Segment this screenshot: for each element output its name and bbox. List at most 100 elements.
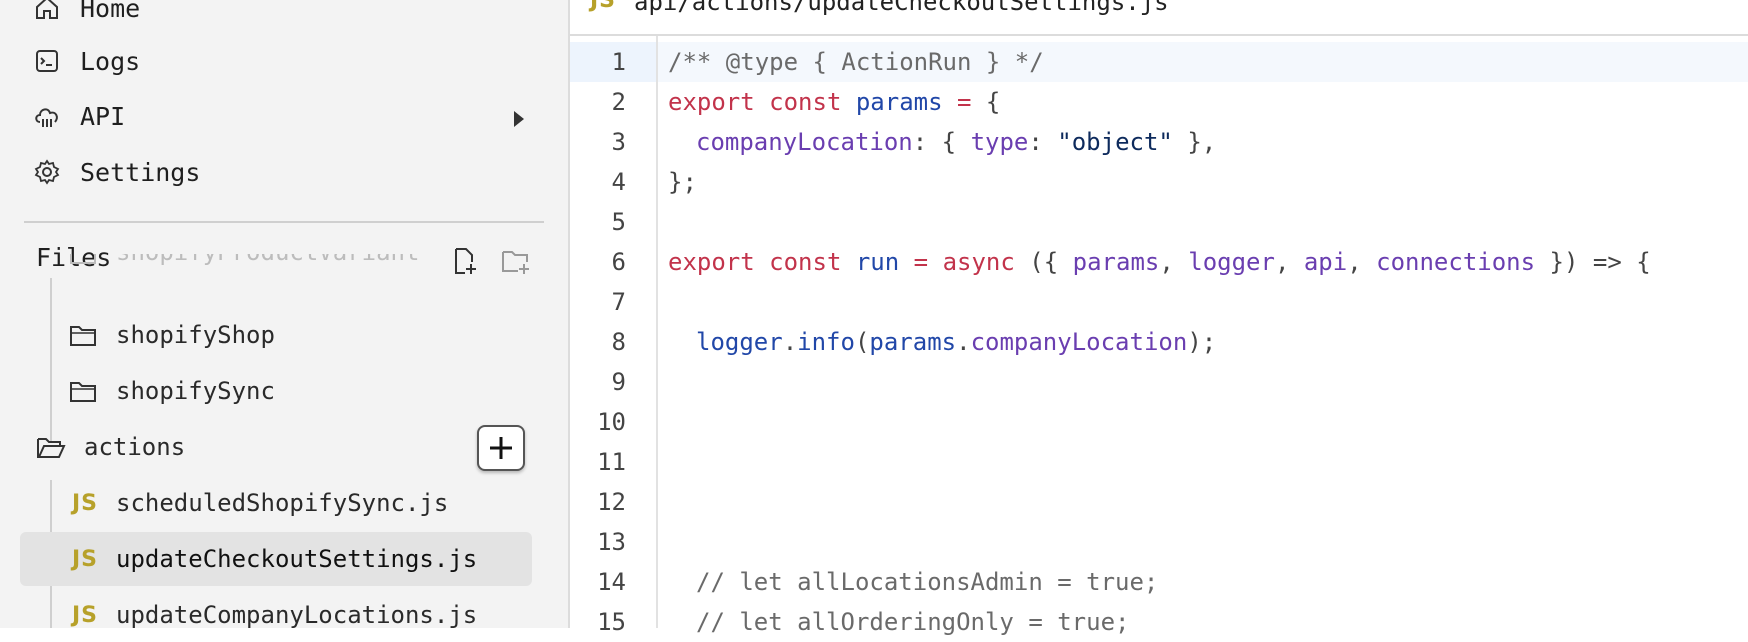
line-number: 1: [570, 42, 656, 82]
line-number: 7: [611, 288, 626, 316]
tree-item-file[interactable]: JS updateCompanyLocations.js: [20, 588, 532, 628]
code-line-9[interactable]: [658, 362, 1748, 402]
tree-item-folder[interactable]: shopifyProductVariant: [20, 254, 532, 282]
code-comment: // let allLocationsAdmin = true;: [696, 568, 1159, 596]
code-punctuation: {: [985, 88, 1001, 116]
line-number: 10: [597, 408, 626, 436]
js-file-icon: JS: [71, 546, 99, 572]
code-line-11[interactable]: [658, 442, 1748, 482]
gear-icon: [32, 157, 62, 187]
line-number: 4: [611, 168, 626, 196]
folder-icon: [68, 254, 98, 266]
code-line-5[interactable]: [658, 202, 1748, 242]
code-line-3[interactable]: companyLocation: { type: "object" },: [658, 122, 1748, 162]
code-punctuation: :: [1028, 128, 1043, 156]
tree-item-file[interactable]: JS scheduledShopifySync.js: [20, 476, 532, 530]
code-line-7[interactable]: [658, 282, 1748, 322]
code-punctuation: .: [956, 328, 971, 356]
code-line-6[interactable]: export const run = async ({ params, logg…: [658, 242, 1748, 282]
js-file-icon: JS: [71, 602, 99, 628]
expand-arrow-icon[interactable]: [512, 106, 528, 127]
code-punctuation: .: [782, 328, 798, 356]
tree-item-label: actions: [84, 433, 186, 461]
code-function: info: [797, 328, 855, 356]
plus-icon: [490, 437, 512, 459]
nav-item-label: Settings: [80, 157, 201, 187]
tree-item-folder[interactable]: shopifySync: [20, 364, 532, 418]
tree-item-folder-actions[interactable]: actions: [20, 420, 532, 474]
tree-item-folder[interactable]: shopifyShop: [20, 308, 532, 362]
line-number: 12: [597, 488, 626, 516]
editor-file-path[interactable]: api/actions/updateCheckoutSettings.js: [634, 0, 1169, 16]
nav-item-api[interactable]: API: [0, 90, 568, 142]
code-line-4[interactable]: };: [658, 162, 1748, 202]
code-punctuation: ,: [1347, 248, 1362, 276]
code-keyword: const: [769, 88, 842, 116]
nav-item-label: Logs: [80, 46, 141, 76]
code-identifier: params: [855, 88, 943, 116]
tree-item-label: shopifyShop: [116, 321, 275, 349]
code-identifier: params: [869, 328, 957, 356]
code-punctuation: );: [1187, 328, 1217, 356]
code-line-12[interactable]: [658, 482, 1748, 522]
tree-item-label: updateCheckoutSettings.js: [116, 545, 478, 573]
tree-item-label: shopifyProductVariant: [116, 254, 419, 266]
code-parameter: connections: [1376, 248, 1536, 276]
js-file-icon: JS: [590, 0, 617, 13]
tree-item-label: shopifySync: [116, 377, 275, 405]
nav-item-label: Home: [80, 0, 141, 23]
tree-item-label: updateCompanyLocations.js: [116, 601, 478, 628]
code-keyword: export: [668, 248, 755, 276]
code-punctuation: (: [854, 328, 870, 356]
code-operator: =: [957, 88, 972, 116]
nav-item-logs[interactable]: Logs: [0, 35, 568, 87]
add-file-button[interactable]: [477, 425, 525, 471]
folder-icon: [68, 322, 98, 348]
nav-item-home[interactable]: Home: [0, 0, 568, 34]
code-line-14[interactable]: // let allLocationsAdmin = true;: [658, 562, 1748, 602]
js-file-icon: JS: [71, 490, 99, 516]
code-keyword: async: [942, 248, 1015, 276]
code-keyword: export: [668, 88, 755, 116]
code-editor[interactable]: /** @type { ActionRun } */ export const …: [658, 36, 1748, 636]
line-number: 15: [597, 608, 626, 636]
sidebar: Home Logs API Settings Files shopifyShop…: [0, 0, 570, 628]
line-number: 5: [611, 208, 626, 236]
line-number: 13: [597, 528, 626, 556]
editor-tab-bar: JS api/actions/updateCheckoutSettings.js: [570, 0, 1748, 36]
code-punctuation: }) => {: [1549, 248, 1651, 276]
line-number: 2: [611, 88, 626, 116]
code-punctuation: ,: [1274, 248, 1290, 276]
code-parameter: logger: [1188, 248, 1275, 276]
code-punctuation: ({: [1029, 248, 1059, 276]
nav-item-label: API: [80, 101, 126, 131]
code-keyword: const: [769, 248, 842, 276]
code-line-2[interactable]: export const params = {: [658, 82, 1748, 122]
code-line-8[interactable]: logger.info(params.companyLocation);: [658, 322, 1748, 362]
line-number-gutter: 1 2 3 4 5 6 7 8 9 10 11 12 13 14 15: [570, 36, 658, 636]
code-comment: // let allOrderingOnly = true;: [696, 608, 1130, 636]
cloud-icon: [32, 101, 62, 131]
tree-item-label: scheduledShopifySync.js: [116, 489, 449, 517]
code-property: type: [970, 128, 1029, 156]
code-line-15[interactable]: // let allOrderingOnly = true;: [658, 602, 1748, 642]
code-punctuation: };: [668, 168, 697, 196]
code-property: companyLocation: [970, 328, 1188, 356]
line-number: 6: [611, 248, 626, 276]
line-number: 8: [611, 328, 626, 356]
code-comment: /** @type { ActionRun } */: [668, 48, 1044, 76]
code-string: "object": [1057, 128, 1173, 156]
code-punctuation: },: [1187, 128, 1217, 156]
code-parameter: api: [1303, 248, 1348, 276]
nav-item-settings[interactable]: Settings: [0, 146, 568, 198]
folder-open-icon: [36, 434, 66, 460]
line-number: 9: [611, 368, 626, 396]
code-punctuation: ,: [1159, 248, 1174, 276]
code-line-1[interactable]: /** @type { ActionRun } */: [658, 42, 1748, 82]
code-line-13[interactable]: [658, 522, 1748, 562]
tree-item-file-selected[interactable]: JS updateCheckoutSettings.js: [20, 532, 532, 586]
line-number: 3: [611, 128, 626, 156]
code-line-10[interactable]: [658, 402, 1748, 442]
terminal-icon: [32, 46, 62, 76]
code-property: companyLocation: [696, 128, 913, 156]
